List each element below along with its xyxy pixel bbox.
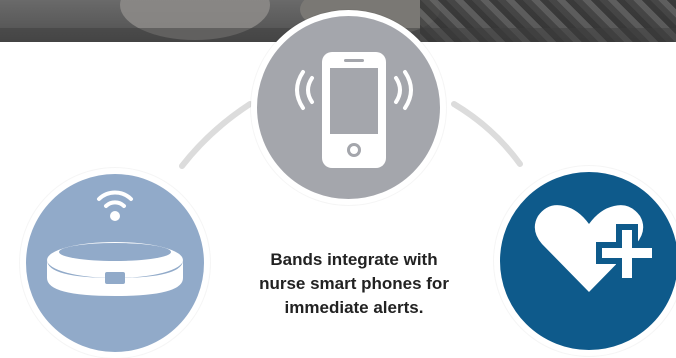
caption-line-3: immediate alerts. [284, 298, 424, 317]
caption-text: Bands integrate with nurse smart phones … [226, 248, 482, 320]
band-node [20, 168, 210, 358]
heart-plus-icon [534, 205, 658, 292]
connector-right [451, 101, 523, 167]
wireless-band-icon [47, 190, 183, 296]
smartphone-vibrating-icon [295, 52, 413, 168]
caption-line-2: nurse smart phones for [259, 274, 449, 293]
health-node [494, 166, 676, 356]
caption-line-1: Bands integrate with [270, 250, 438, 269]
connector-left [179, 101, 253, 169]
phone-node [251, 10, 446, 205]
